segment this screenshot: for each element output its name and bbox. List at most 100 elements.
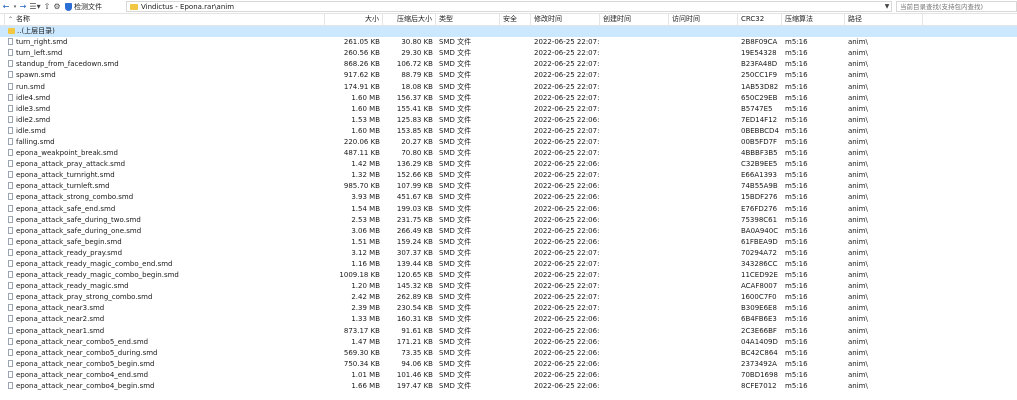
empty-cell — [600, 104, 669, 115]
table-row[interactable]: standup_from_facedown.smd 868.26 KB 106.72… — [0, 59, 1017, 70]
file-icon — [8, 71, 13, 79]
folder-icon — [130, 3, 138, 10]
file-icon — [8, 271, 13, 279]
up-folder-icon[interactable]: ⇧ — [42, 1, 52, 12]
table-row[interactable]: run.smd 174.91 KB 18.08 KB SMD 文件 2022-06-25… — [0, 81, 1017, 92]
file-name-cell: epona_attack_near_combo5_end.smd — [5, 337, 325, 348]
crc-cell: B5747E5 — [741, 104, 773, 113]
path-cell: anim\ — [848, 315, 868, 324]
table-row[interactable]: idle2.smd 1.53 MB 125.83 KB SMD 文件 2022-06-2… — [0, 115, 1017, 126]
modified-time-cell: 2022-06-25 22:06:... — [534, 182, 600, 191]
search-input[interactable] — [897, 2, 1016, 11]
empty-cell — [600, 337, 669, 348]
column-header-accessed[interactable]: 访问时间 — [669, 14, 738, 25]
crc-cell: 8CFE7012 — [741, 382, 777, 391]
modified-time-cell: 2022-06-25 22:07:... — [534, 93, 600, 102]
crc-cell: 250CC1F9 — [741, 71, 778, 80]
column-header-created[interactable]: 创建时间 — [600, 14, 669, 25]
algorithm-cell: m5:16 — [785, 182, 808, 191]
table-row[interactable]: epona_attack_ready_magic.smd 1.20 MB 145.3… — [0, 281, 1017, 292]
modified-time-cell: 2022-06-25 22:06:... — [534, 115, 600, 124]
column-header-algorithm[interactable]: 压缩算法 — [782, 14, 845, 25]
table-row[interactable]: epona_attack_near_combo5_end.smd 1.47 MB 1… — [0, 337, 1017, 348]
table-row[interactable]: epona_attack_turnleft.smd 985.70 KB 107.99… — [0, 181, 1017, 192]
parent-directory-row[interactable]: ..(上层目录) — [0, 26, 1017, 38]
forward-arrow-icon[interactable]: → — [18, 1, 28, 12]
table-row[interactable]: spawn.smd 917.62 KB 88.79 KB SMD 文件 2022-06-… — [0, 70, 1017, 81]
column-header-security[interactable]: 安全 — [500, 14, 531, 25]
table-row[interactable]: turn_left.smd 260.56 KB 29.30 KB SMD 文件 2022… — [0, 48, 1017, 59]
table-row[interactable]: epona_attack_safe_during_two.smd 2.53 MB 2… — [0, 215, 1017, 226]
table-row[interactable]: epona_attack_ready_magic_combo_end.smd 1.… — [0, 259, 1017, 270]
table-row[interactable]: epona_attack_safe_end.smd 1.54 MB 199.03 K… — [0, 204, 1017, 215]
table-row[interactable]: epona_attack_pray_attack.smd 1.42 MB 136.2… — [0, 159, 1017, 170]
algorithm-cell: m5:16 — [785, 71, 808, 80]
modified-time-cell: 2022-06-25 22:06:... — [534, 237, 600, 246]
file-icon — [8, 382, 13, 390]
file-name-cell: epona_attack_near_combo4_end.smd — [5, 370, 325, 381]
table-row[interactable]: epona_attack_near1.smd 873.17 KB 91.61 KB S… — [0, 326, 1017, 337]
table-row[interactable]: epona_attack_ready_magic_combo_begin.smd… — [0, 270, 1017, 281]
crc-cell: BA0A940C — [741, 226, 779, 235]
file-icon — [8, 293, 13, 301]
table-row[interactable]: epona_attack_pray_strong_combo.smd 2.42 M… — [0, 292, 1017, 303]
table-row[interactable]: idle3.smd 1.60 MB 155.41 KB SMD 文件 2022-06-2… — [0, 104, 1017, 115]
column-header-name[interactable]: ⌃ 名称 — [5, 14, 325, 25]
packed-size-cell: 307.37 KB — [396, 248, 433, 257]
folder-up-icon — [8, 28, 15, 35]
table-row[interactable]: epona_attack_safe_during_one.smd 3.06 MB 2… — [0, 226, 1017, 237]
file-name-cell: spawn.smd — [5, 70, 325, 81]
table-row[interactable]: epona_attack_near3.smd 2.39 MB 230.54 KB SM… — [0, 303, 1017, 314]
empty-cell — [500, 204, 531, 215]
chevron-down-icon[interactable]: ▼ — [883, 3, 891, 10]
table-row[interactable]: epona_attack_strong_combo.smd 3.93 MB 451.… — [0, 192, 1017, 203]
check-file-button[interactable]: 检测文件 — [62, 2, 105, 12]
list-view-icon[interactable]: ☰▾ — [28, 1, 42, 12]
table-row[interactable]: epona_weakpoint_break.smd 487.11 KB 70.80 … — [0, 148, 1017, 159]
path-cell: anim\ — [848, 193, 868, 202]
table-row[interactable]: idle.smd 1.60 MB 153.85 KB SMD 文件 2022-06-25… — [0, 126, 1017, 137]
table-row[interactable]: idle4.smd 1.60 MB 156.37 KB SMD 文件 2022-06-2… — [0, 93, 1017, 104]
packed-size-cell: 171.21 KB — [396, 337, 433, 346]
search-box[interactable] — [896, 1, 1017, 12]
path-cell: anim\ — [848, 337, 868, 346]
settings-icon[interactable]: ⚙ — [52, 1, 62, 12]
table-row[interactable]: epona_attack_near_combo4_begin.smd 1.66 M… — [0, 381, 1017, 392]
modified-time-cell: 2022-06-25 22:07:... — [534, 282, 600, 291]
empty-cell — [600, 126, 669, 137]
file-icon — [8, 282, 13, 290]
table-row[interactable]: turn_right.smd 261.05 KB 30.80 KB SMD 文件 202… — [0, 37, 1017, 48]
table-row[interactable]: epona_attack_near_combo5_begin.smd 750.34… — [0, 359, 1017, 370]
shield-icon — [65, 2, 72, 11]
table-row[interactable]: epona_attack_near2.smd 1.33 MB 160.31 KB SM… — [0, 314, 1017, 325]
table-row[interactable]: falling.smd 220.06 KB 20.27 KB SMD 文件 2022-0… — [0, 137, 1017, 148]
empty-cell — [669, 181, 738, 192]
packed-size-cell: 20.27 KB — [401, 137, 433, 146]
algorithm-cell: m5:16 — [785, 293, 808, 302]
file-icon — [8, 348, 13, 356]
empty-cell — [669, 370, 738, 381]
table-row[interactable]: epona_attack_near_combo5_during.smd 569.3… — [0, 348, 1017, 359]
file-table: ⌃ 名称 大小 压缩后大小 类型 安全 修改时间 创建时间 访问时间 CRC32 … — [0, 14, 1017, 392]
packed-size-cell: 101.46 KB — [396, 370, 433, 379]
table-row[interactable]: epona_attack_safe_begin.smd 1.51 MB 159.24… — [0, 237, 1017, 248]
back-arrow-icon[interactable]: ← — [0, 1, 12, 12]
file-size-cell: 750.34 KB — [343, 359, 380, 368]
file-icon — [8, 315, 13, 323]
algorithm-cell: m5:16 — [785, 226, 808, 235]
table-row[interactable]: epona_attack_near_combo4_end.smd 1.01 MB 1… — [0, 370, 1017, 381]
column-header-modified[interactable]: 修改时间 — [531, 14, 600, 25]
column-header-path[interactable]: 路径 — [845, 14, 923, 25]
file-name-text: epona_attack_near1.smd — [16, 326, 105, 335]
column-header-packed[interactable]: 压缩后大小 — [383, 14, 436, 25]
column-header-type[interactable]: 类型 — [436, 14, 500, 25]
column-header-crc[interactable]: CRC32 — [738, 14, 782, 25]
check-file-label: 检测文件 — [74, 2, 102, 11]
table-row[interactable]: epona_attack_turnright.smd 1.32 MB 152.66 … — [0, 170, 1017, 181]
file-name-cell: epona_attack_safe_end.smd — [5, 204, 325, 215]
address-bar[interactable]: Vindictus - Epona.rar\anim ▼ — [126, 1, 892, 12]
empty-cell — [600, 370, 669, 381]
table-row[interactable]: epona_attack_ready_pray.smd 3.12 MB 307.37… — [0, 248, 1017, 259]
file-name-cell: epona_attack_near_combo4_begin.smd — [5, 381, 325, 392]
column-header-size[interactable]: 大小 — [325, 14, 383, 25]
